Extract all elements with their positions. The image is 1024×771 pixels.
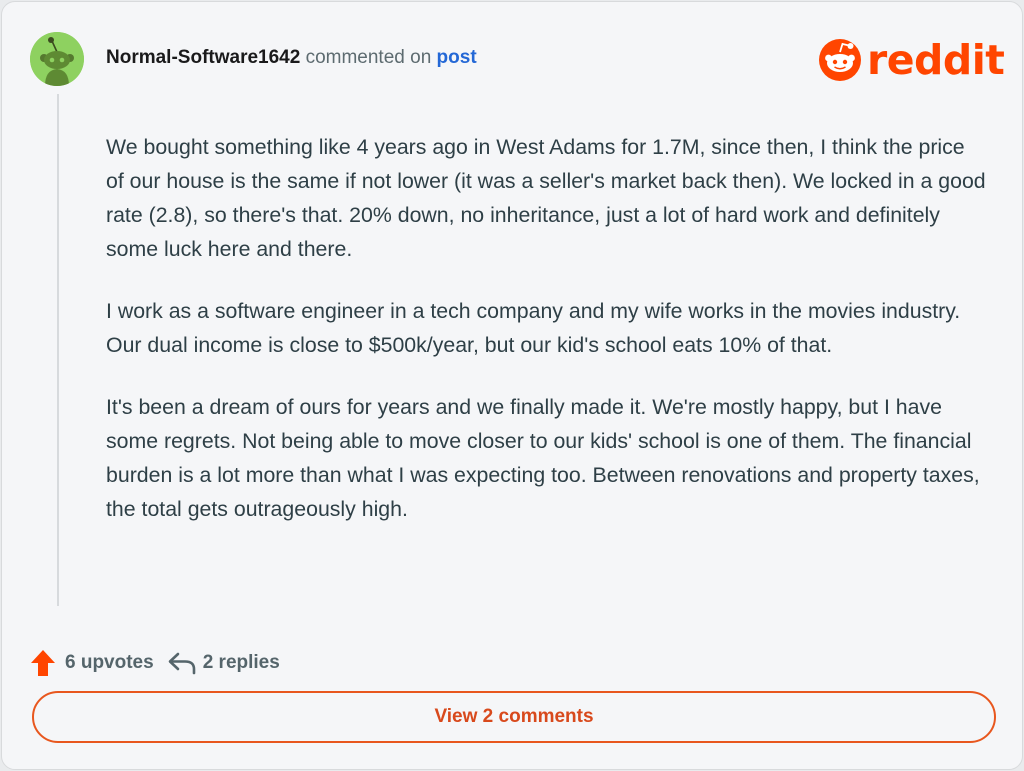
post-link[interactable]: post [437,47,477,68]
user-avatar[interactable] [30,32,84,86]
view-comments-button[interactable]: View 2 comments [32,691,996,743]
comment-paragraph: I work as a software engineer in a tech … [106,299,961,357]
comment-paragraph: We bought something like 4 years ago in … [106,135,986,261]
comment-body: We bought something like 4 years ago in … [106,130,986,554]
comment-header: Normal-Software1642 commented on post [106,47,477,69]
upvote-count: 6 upvotes [65,652,154,673]
snoo-avatar-icon [30,32,84,86]
reddit-logo[interactable]: reddit [818,36,1005,84]
comment-paragraph: It's been a dream of ours for years and … [106,395,980,521]
username[interactable]: Normal-Software1642 [106,47,300,68]
replies-count: 2 replies [202,652,280,673]
reddit-wordmark: reddit [867,36,1005,84]
commented-on-text: commented on [305,47,432,68]
reply-arrow-icon [168,652,196,675]
replies-button[interactable]: 2 replies [168,651,280,675]
comment-card: Normal-Software1642 commented on post re… [1,1,1023,770]
thread-line[interactable] [57,94,59,606]
upvote-button[interactable]: 6 upvotes [30,649,154,677]
upvote-arrow-icon [31,650,55,676]
reddit-snoo-icon [819,39,861,81]
comment-actions: 6 upvotes 2 replies [30,647,280,679]
